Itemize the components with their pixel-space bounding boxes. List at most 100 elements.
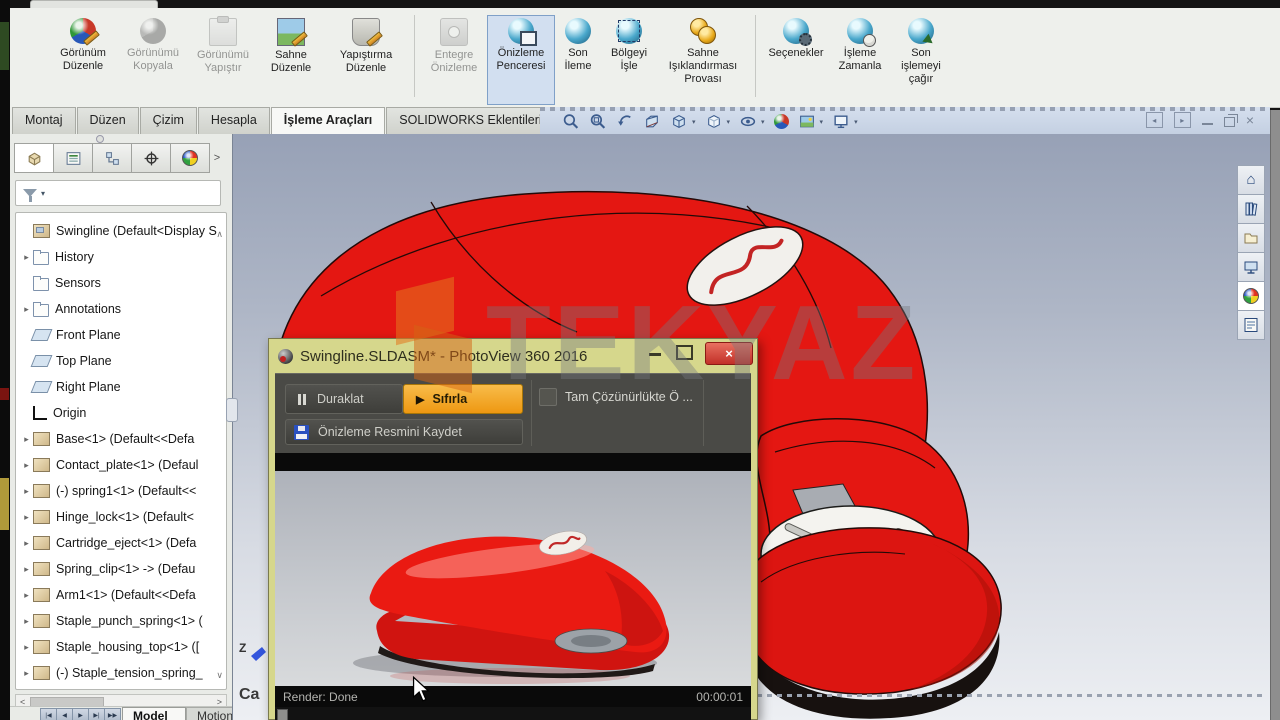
dimxpertmanager-tab[interactable]: [131, 143, 171, 173]
displaymanager-tab[interactable]: [170, 143, 210, 173]
expand-arrow-icon[interactable]: ▸: [20, 538, 33, 549]
display-style-icon[interactable]: [705, 113, 723, 130]
dropdown-icon[interactable]: ▾: [692, 118, 696, 126]
file-explorer-button[interactable]: [1237, 223, 1265, 253]
expand-arrow-icon[interactable]: ▸: [20, 590, 33, 601]
scene-illumination-proof-button[interactable]: Sahne Işıklandırması Provası: [657, 15, 749, 104]
photoview-minimize-icon[interactable]: [649, 353, 661, 356]
playback-step-forward-button[interactable]: ▶|: [88, 708, 105, 720]
tree-item[interactable]: Top Plane: [16, 348, 226, 374]
configurationmanager-tab[interactable]: [92, 143, 132, 173]
zoom-area-icon[interactable]: [589, 113, 607, 130]
tree-item[interactable]: ▸ (-) Staple_tension_spring_: [16, 660, 226, 686]
model-tab[interactable]: Model: [122, 707, 186, 720]
tree-item[interactable]: ▸ Arm1<1> (Default<<Defa: [16, 582, 226, 608]
expand-arrow-icon[interactable]: ▸: [20, 434, 33, 445]
playback-play-button[interactable]: ▶: [72, 708, 89, 720]
photoview-close-button[interactable]: ×: [705, 342, 753, 365]
dropdown-icon[interactable]: ▾: [727, 118, 731, 126]
tree-filter-box[interactable]: ▾: [15, 180, 221, 206]
tab-montaj[interactable]: Montaj: [12, 107, 76, 134]
pause-button[interactable]: Duraklat: [285, 384, 403, 414]
minimize-icon[interactable]: [1202, 123, 1213, 125]
recall-last-render-button[interactable]: Son işlemeyi çağır: [890, 15, 952, 104]
close-icon[interactable]: ×: [1246, 113, 1254, 127]
tab-solidworks-eklentileri[interactable]: SOLIDWORKS Eklentileri: [386, 107, 554, 134]
reset-button[interactable]: ▶ Sıfırla: [403, 384, 523, 414]
expand-arrow-icon[interactable]: ▸: [20, 642, 33, 653]
previous-view-icon[interactable]: [616, 113, 634, 130]
panel-collapse-handle[interactable]: [96, 135, 104, 143]
save-preview-image-button[interactable]: Önizleme Resmini Kaydet: [285, 419, 523, 445]
full-resolution-checkbox[interactable]: [539, 388, 557, 406]
photoview-window[interactable]: Swingline.SLDASM* - PhotoView 360 2016 ×…: [268, 338, 758, 720]
restore-icon[interactable]: [1224, 117, 1235, 127]
nav-back-icon[interactable]: ◂: [1146, 112, 1163, 128]
panel-splitter-grip[interactable]: [226, 398, 238, 422]
filter-dropdown-icon[interactable]: ▾: [41, 189, 45, 198]
hide-show-items-icon[interactable]: [739, 113, 757, 130]
options-button[interactable]: Seçenekler: [762, 15, 830, 104]
playback-step-back-button[interactable]: ◀: [56, 708, 73, 720]
design-library-button[interactable]: [1237, 194, 1265, 224]
scroll-right-icon[interactable]: >: [217, 697, 222, 707]
tree-item[interactable]: ▸ Spring_clip<1> -> (Defau: [16, 556, 226, 582]
tree-item[interactable]: ▸ (-) spring1<1> (Default<<: [16, 478, 226, 504]
expand-arrow-icon[interactable]: ▸: [20, 616, 33, 627]
edit-scene-button[interactable]: Sahne Düzenle: [258, 15, 324, 104]
expand-arrow-icon[interactable]: ▸: [20, 564, 33, 575]
tab-isleme-araclari[interactable]: İşleme Araçları: [271, 107, 385, 134]
playback-start-button[interactable]: |◀: [40, 708, 57, 720]
tree-scroll-up-icon[interactable]: ∧: [216, 229, 223, 240]
nav-forward-icon[interactable]: ▸: [1174, 112, 1191, 128]
tree-item[interactable]: ▸ Contact_plate<1> (Defaul: [16, 452, 226, 478]
view-palette-button[interactable]: [1237, 252, 1265, 282]
preview-window-button[interactable]: Önizleme Penceresi: [487, 15, 555, 105]
panel-expand-icon[interactable]: >: [209, 143, 225, 173]
tree-item[interactable]: Front Plane: [16, 322, 226, 348]
expand-arrow-icon[interactable]: ▸: [20, 252, 33, 263]
tree-item[interactable]: Sensors: [16, 270, 226, 296]
view-orientation-icon[interactable]: [670, 113, 688, 130]
tree-item[interactable]: ▸ Cartridge_eject<1> (Defa: [16, 530, 226, 556]
render-region-button[interactable]: Bölgeyi İşle: [601, 15, 657, 104]
expand-arrow-icon[interactable]: ▸: [20, 668, 33, 679]
tree-item[interactable]: ▸ Base<1> (Default<<Defa: [16, 426, 226, 452]
featuremanager-tab[interactable]: [14, 143, 54, 173]
final-render-button[interactable]: Son İleme: [555, 15, 601, 104]
apply-scene-icon[interactable]: [798, 113, 816, 130]
zoom-fit-icon[interactable]: [562, 113, 580, 130]
tree-item[interactable]: ▸ Staple_punch_spring<1> (: [16, 608, 226, 634]
tree-item[interactable]: ▸ History: [16, 244, 226, 270]
propertymanager-tab[interactable]: [53, 143, 93, 173]
tree-item[interactable]: Origin: [16, 400, 226, 426]
tab-duzen[interactable]: Düzen: [77, 107, 139, 134]
custom-properties-button[interactable]: [1237, 310, 1265, 340]
tree-root[interactable]: Swingline (Default<Display S: [16, 218, 226, 244]
tree-item[interactable]: ▸ Annotations: [16, 296, 226, 322]
tree-scroll-down-icon[interactable]: ∨: [216, 670, 223, 681]
expand-arrow-icon[interactable]: ▸: [20, 512, 33, 523]
playback-end-button[interactable]: ▶▶: [104, 708, 121, 720]
expand-arrow-icon[interactable]: ▸: [20, 486, 33, 497]
tab-hesapla[interactable]: Hesapla: [198, 107, 270, 134]
expand-arrow-icon[interactable]: ▸: [20, 304, 33, 315]
tree-item[interactable]: ▸ Hinge_lock<1> (Default<: [16, 504, 226, 530]
schedule-render-button[interactable]: İşleme Zamanla: [830, 15, 890, 104]
dropdown-icon[interactable]: ▾: [854, 118, 858, 126]
edit-decal-button[interactable]: Yapıştırma Düzenle: [324, 15, 408, 104]
edit-appearance-headsup-icon[interactable]: [774, 114, 789, 129]
dropdown-icon[interactable]: ▾: [761, 118, 765, 126]
photoview-maximize-icon[interactable]: [676, 345, 693, 360]
dropdown-icon[interactable]: ▾: [820, 118, 824, 126]
expand-arrow-icon[interactable]: ▸: [20, 460, 33, 471]
section-view-icon[interactable]: [643, 113, 661, 130]
edit-appearance-button[interactable]: Görünüm Düzenle: [48, 15, 118, 104]
view-settings-icon[interactable]: [832, 113, 850, 130]
tree-item[interactable]: Right Plane: [16, 374, 226, 400]
scroll-left-icon[interactable]: <: [20, 697, 25, 707]
home-button[interactable]: ⌂: [1237, 165, 1265, 195]
appearances-scenes-button[interactable]: [1237, 281, 1265, 311]
tab-cizim[interactable]: Çizim: [140, 107, 197, 134]
tree-item[interactable]: ▸ Staple_housing_top<1> ([: [16, 634, 226, 660]
